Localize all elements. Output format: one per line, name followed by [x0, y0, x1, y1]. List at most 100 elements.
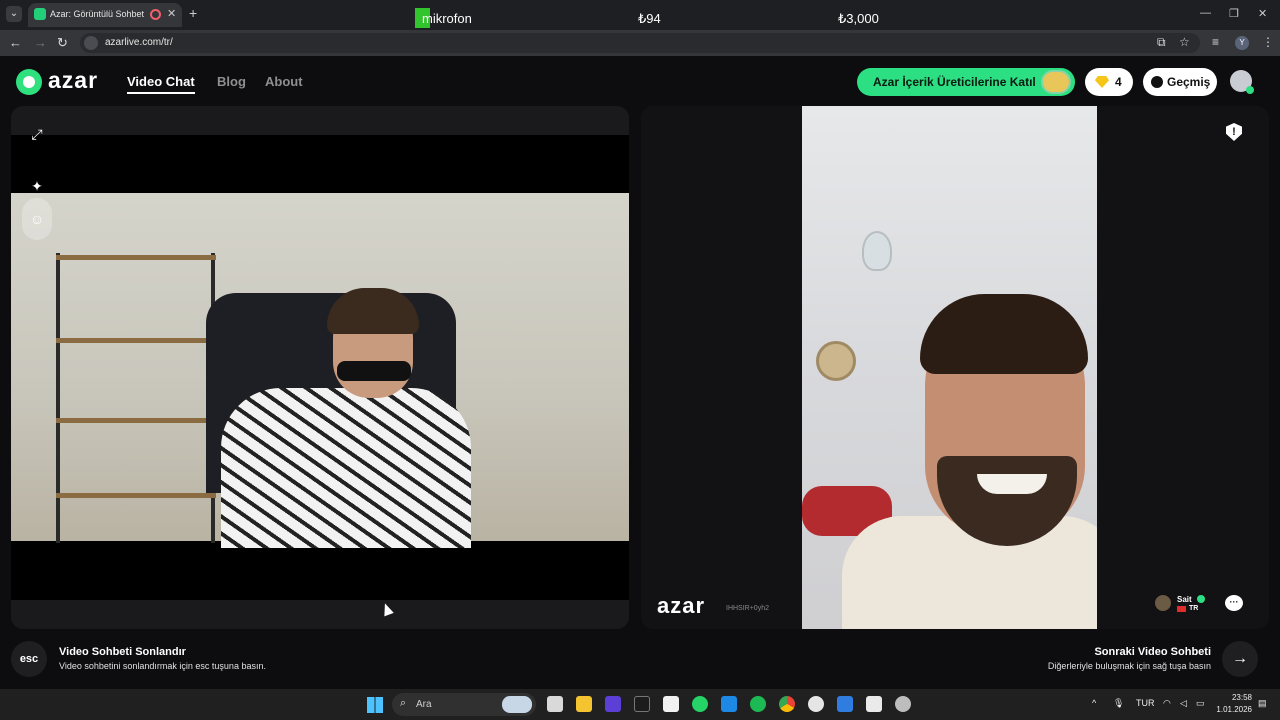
- site-info-icon[interactable]: [84, 36, 98, 50]
- partner-watermark-logo: azar: [657, 593, 706, 618]
- next-chat-title: Sonraki Video Sohbeti: [1094, 646, 1211, 658]
- partner-name[interactable]: Sait: [1177, 595, 1192, 604]
- stream-overlay-mic: mikrofon: [415, 8, 472, 28]
- gem-balance-button[interactable]: 4: [1085, 68, 1133, 96]
- browser-tab[interactable]: Azar: Görüntülü Sohbet & V ✕: [28, 3, 182, 27]
- bookmark-star-icon[interactable]: ☆: [1179, 35, 1190, 49]
- chrome-icon[interactable]: [779, 696, 795, 712]
- azar-logo-text[interactable]: azar: [48, 67, 98, 94]
- reload-button[interactable]: ↻: [57, 35, 68, 51]
- gem-icon: [1095, 76, 1109, 88]
- browser-profile-avatar[interactable]: Y: [1235, 36, 1249, 50]
- volume-icon[interactable]: ◁: [1180, 698, 1187, 709]
- back-button[interactable]: ←: [9, 35, 22, 50]
- reading-list-icon[interactable]: ≡: [1212, 35, 1219, 49]
- window-close-button[interactable]: ✕: [1258, 7, 1267, 20]
- self-person-sunglasses: [337, 361, 411, 381]
- turkey-flag-icon: [1177, 606, 1186, 612]
- nav-about[interactable]: About: [265, 74, 303, 89]
- self-video-panel: ⤢ ✦ ☺: [11, 106, 629, 629]
- chatgpt-icon[interactable]: [808, 696, 824, 712]
- history-label: Geçmiş: [1167, 75, 1211, 89]
- shelf: [56, 338, 216, 343]
- shelf: [56, 493, 216, 498]
- clock-icon: [1151, 76, 1163, 88]
- wall-clock: [816, 341, 856, 381]
- shelf-post: [56, 253, 60, 543]
- address-bar-row: ← → ↻ azarlive.com/tr/ ⧉ ☆ ≡ Y ⋮: [0, 30, 1280, 56]
- windows-taskbar: ⌕ Ara ^ 🎙 TUR ◠ ◁ ▭ 23:58 1.01.2026 ▤: [0, 689, 1280, 720]
- face-filter-pill[interactable]: ☺: [22, 198, 52, 240]
- verified-icon: [1197, 595, 1205, 603]
- chat-bubble-icon[interactable]: ···: [1225, 595, 1243, 611]
- report-shield-icon[interactable]: !: [1226, 123, 1242, 141]
- azar-logo-icon[interactable]: [16, 69, 42, 95]
- partner-person-smile: [977, 474, 1047, 494]
- shelf: [56, 255, 216, 260]
- taskbar-time[interactable]: 23:58: [1224, 693, 1252, 702]
- partner-person-hair: [920, 294, 1088, 374]
- windows-start-icon[interactable]: [367, 697, 383, 713]
- partner-video-panel: ! azar IHHSIR+0yh2 Sait TR ···: [641, 106, 1269, 629]
- spotify-icon[interactable]: [750, 696, 766, 712]
- gem-count: 4: [1115, 75, 1122, 89]
- new-tab-button[interactable]: +: [189, 5, 197, 21]
- recording-icon: [150, 9, 161, 20]
- taskbar-search[interactable]: ⌕ Ara: [392, 693, 536, 716]
- tab-search-button[interactable]: ⌄: [6, 6, 22, 22]
- user-avatar-icon[interactable]: [1230, 70, 1254, 94]
- app-icon[interactable]: [605, 696, 621, 712]
- restore-button[interactable]: ❐: [1229, 7, 1239, 20]
- microphone-icon[interactable]: 🎙: [1113, 698, 1124, 709]
- file-explorer-icon[interactable]: [576, 696, 592, 712]
- url-field[interactable]: azarlive.com/tr/: [80, 33, 1200, 53]
- notification-bell-icon[interactable]: ▤: [1258, 698, 1267, 709]
- creator-badge-icon: [1041, 70, 1071, 94]
- task-view-icon[interactable]: [547, 696, 563, 712]
- face-filter-icon[interactable]: ☺: [22, 204, 52, 234]
- browser-menu-icon[interactable]: ⋮: [1262, 35, 1274, 49]
- history-button[interactable]: Geçmiş: [1143, 68, 1217, 96]
- language-indicator[interactable]: TUR: [1136, 698, 1155, 708]
- end-chat-title: Video Sohbeti Sonlandır: [59, 646, 186, 658]
- end-chat-button[interactable]: esc: [11, 641, 47, 677]
- notion-icon[interactable]: [663, 696, 679, 712]
- stream-overlay-value-1: ₺94: [638, 11, 661, 26]
- next-chat-button[interactable]: →: [1222, 641, 1258, 677]
- vscode-icon[interactable]: [721, 696, 737, 712]
- battery-icon[interactable]: ▭: [1196, 698, 1205, 709]
- mic-label: mikrofon: [422, 10, 472, 26]
- self-person-shirt: [221, 388, 471, 548]
- nav-video-chat[interactable]: Video Chat: [127, 74, 195, 94]
- expand-icon[interactable]: ⤢: [22, 119, 52, 149]
- app-icon[interactable]: [866, 696, 882, 712]
- whatsapp-icon[interactable]: [692, 696, 708, 712]
- nav-blog[interactable]: Blog: [217, 74, 246, 89]
- partner-avatar[interactable]: [1155, 595, 1171, 611]
- stream-overlay-value-2: ₺3,000: [838, 11, 879, 26]
- tray-overflow-icon[interactable]: ^: [1092, 698, 1096, 708]
- wifi-icon[interactable]: ◠: [1163, 698, 1171, 709]
- apple-tv-icon[interactable]: [634, 696, 650, 712]
- install-app-icon[interactable]: ⧉: [1157, 35, 1166, 50]
- tab-close-button[interactable]: ✕: [167, 7, 176, 20]
- app-icon[interactable]: [895, 696, 911, 712]
- partner-country: TR: [1189, 605, 1199, 612]
- taskbar-search-placeholder: Ara: [416, 699, 432, 710]
- next-chat-description: Diğerleriyle buluşmak için sağ tuşa bası…: [1047, 661, 1211, 671]
- browser-tab-bar: ⌄ Azar: Görüntülü Sohbet & V ✕ + mikrofo…: [0, 0, 1280, 30]
- site-header: azar Video Chat Blog About Azar İçerik Ü…: [0, 56, 1280, 108]
- search-highlight-icon: [502, 696, 532, 713]
- ceiling-lamp: [862, 231, 892, 271]
- shelf: [56, 418, 216, 423]
- creator-program-label: Azar İçerik Üreticilerine Katıl: [873, 75, 1036, 89]
- end-chat-description: Video sohbetini sonlandırmak için esc tu…: [59, 661, 266, 671]
- sparkle-effects-icon[interactable]: ✦: [22, 171, 52, 201]
- taskbar-date[interactable]: 1.01.2026: [1216, 705, 1252, 714]
- azar-favicon-icon: [34, 8, 46, 20]
- forward-button[interactable]: →: [34, 35, 47, 50]
- creator-program-button[interactable]: Azar İçerik Üreticilerine Katıl: [857, 68, 1075, 96]
- self-camera-feed: [11, 193, 629, 548]
- todo-icon[interactable]: [837, 696, 853, 712]
- minimize-button[interactable]: —: [1200, 7, 1211, 19]
